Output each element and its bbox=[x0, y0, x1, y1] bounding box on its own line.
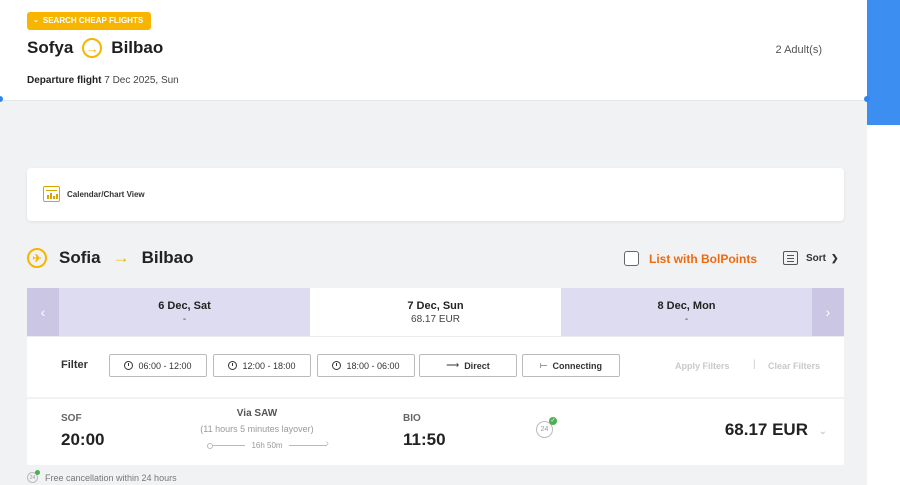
date-option[interactable]: 8 Dec, Mon - bbox=[561, 288, 812, 336]
time-filter-evening[interactable]: 18:00 - 06:00 bbox=[317, 354, 415, 377]
flight-price: 68.17 EUR bbox=[724, 420, 808, 439]
bolpoints-checkbox[interactable] bbox=[624, 251, 639, 266]
direct-filter[interactable]: ⟶ Direct bbox=[419, 354, 517, 377]
clock-icon bbox=[124, 361, 134, 370]
departure-time: 20:00 bbox=[61, 430, 105, 449]
departure-label: Departure flight bbox=[27, 75, 102, 86]
date-price: - bbox=[182, 313, 187, 325]
time-slot-label: 18:00 - 06:00 bbox=[346, 360, 400, 371]
prev-date-button[interactable]: ‹ bbox=[27, 288, 59, 336]
route-summary: Sofya → Bilbao bbox=[27, 38, 163, 58]
date-option[interactable]: 6 Dec, Sat - bbox=[59, 288, 310, 336]
clear-filters-button[interactable]: Clear Filters bbox=[768, 361, 820, 371]
section-destination: Bilbao bbox=[141, 248, 194, 267]
sort-label: Sort bbox=[806, 252, 826, 264]
flight-duration: 16h 50m bbox=[207, 438, 329, 450]
via-stop: Via SAW bbox=[236, 408, 278, 419]
calendar-chart-icon bbox=[43, 186, 60, 202]
flight-section-title: ✈ Sofia → Bilbao bbox=[27, 248, 194, 268]
direct-label: Direct bbox=[464, 360, 490, 371]
time-filter-morning[interactable]: 06:00 - 12:00 bbox=[109, 354, 207, 377]
free-cancellation-24h-icon: 24 ✓ bbox=[536, 417, 557, 438]
free-cancellation-text: Free cancellation within 24 hours bbox=[45, 472, 177, 483]
date-label: 8 Dec, Mon bbox=[657, 299, 716, 312]
clock-icon bbox=[332, 361, 342, 370]
date-selector: ‹ 6 Dec, Sat - 7 Dec, Sun 68.17 EUR 8 De… bbox=[27, 288, 844, 336]
free-cancellation-note: 24 Free cancellation within 24 hours bbox=[27, 470, 177, 483]
arrow-right-icon: → bbox=[82, 38, 103, 58]
section-origin: Sofia bbox=[59, 248, 101, 267]
departure-airport-code: SOF bbox=[61, 413, 82, 424]
chevron-down-icon: ❯ bbox=[831, 252, 839, 263]
header-right-dot bbox=[864, 96, 870, 102]
arrow-right-icon: ⟶ bbox=[446, 360, 460, 370]
calendar-chart-view-toggle[interactable]: Calendar/Chart View bbox=[27, 168, 844, 221]
side-panel-blue bbox=[867, 0, 900, 125]
flight-result-card[interactable]: SOF 20:00 Via SAW (11 hours 5 minutes la… bbox=[27, 399, 844, 465]
chevron-left-icon: ‹ bbox=[40, 304, 46, 320]
chevron-down-icon: ⌄ bbox=[33, 17, 39, 24]
plane-icon: ✈ bbox=[27, 248, 47, 268]
departure-date: 7 Dec 2025, Sun bbox=[104, 75, 179, 86]
time-filter-afternoon[interactable]: 12:00 - 18:00 bbox=[213, 354, 311, 377]
chevron-right-icon: › bbox=[825, 304, 831, 320]
connecting-label: Connecting bbox=[552, 360, 602, 371]
clock-icon bbox=[228, 361, 238, 370]
connecting-filter[interactable]: ⟝ Connecting bbox=[522, 354, 620, 377]
free-cancellation-24h-icon: 24 bbox=[27, 470, 40, 483]
sort-button[interactable]: Sort ❯ bbox=[783, 251, 839, 265]
side-panel-white bbox=[867, 125, 900, 485]
passenger-count: 2 Adult(s) bbox=[775, 44, 822, 56]
duration-label: 16h 50m bbox=[251, 441, 283, 450]
date-label: 7 Dec, Sun bbox=[407, 299, 464, 312]
time-slot-label: 12:00 - 18:00 bbox=[242, 360, 296, 371]
search-summary-header: ⌄ SEARCH CHEAP FLIGHTS Sofya → Bilbao 2 … bbox=[0, 0, 867, 101]
connecting-icon: ⟝ bbox=[540, 360, 548, 370]
filter-bar: Filter 06:00 - 12:00 12:00 - 18:00 18:00… bbox=[27, 336, 844, 397]
bolpoints-option[interactable]: List with BolPoints bbox=[624, 251, 757, 266]
filter-label: Filter bbox=[61, 359, 88, 371]
apply-filters-button[interactable]: Apply Filters bbox=[675, 361, 730, 371]
bolpoints-label: List with BolPoints bbox=[649, 251, 757, 266]
departure-info: Departure flight 7 Dec 2025, Sun bbox=[27, 75, 179, 86]
search-badge-label: SEARCH CHEAP FLIGHTS bbox=[42, 16, 144, 25]
date-label: 6 Dec, Sat bbox=[158, 299, 211, 312]
layover-info: (11 hours 5 minutes layover) bbox=[200, 424, 314, 434]
time-slot-label: 06:00 - 12:00 bbox=[138, 360, 192, 371]
arrival-airport-code: BIO bbox=[403, 413, 421, 424]
arrow-right-icon: → bbox=[112, 248, 130, 267]
route-destination: Bilbao bbox=[111, 38, 164, 57]
filter-divider: | bbox=[753, 359, 756, 370]
date-price: 68.17 EUR bbox=[411, 313, 460, 325]
date-price: - bbox=[684, 313, 689, 325]
route-origin: Sofya bbox=[27, 38, 74, 57]
next-date-button[interactable]: › bbox=[812, 288, 844, 336]
arrival-time: 11:50 bbox=[403, 430, 446, 449]
chevron-down-icon[interactable]: ⌄ bbox=[819, 426, 827, 437]
date-option-selected[interactable]: 7 Dec, Sun 68.17 EUR bbox=[310, 288, 561, 336]
search-cheap-flights-badge[interactable]: ⌄ SEARCH CHEAP FLIGHTS bbox=[27, 12, 152, 30]
sort-list-icon bbox=[783, 251, 798, 265]
calendar-chart-label: Calendar/Chart View bbox=[67, 190, 145, 199]
